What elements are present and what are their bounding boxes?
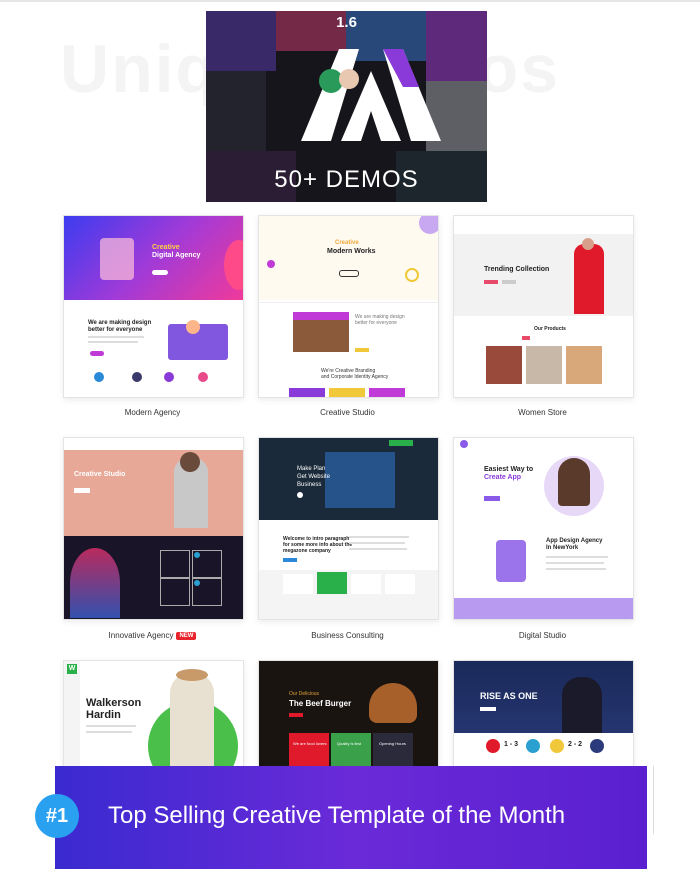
version-label: 1.6 [336, 14, 357, 31]
hero-title: Creative Studio [74, 471, 126, 478]
top-selling-ribbon: Top Selling Creative Template of the Mon… [55, 766, 647, 869]
hero-title: Trending Collection [484, 266, 550, 273]
hero-subtitle: Hardin [86, 709, 121, 721]
section-line-1: Our Products [534, 326, 566, 332]
new-badge: NEW [176, 632, 197, 640]
ribbon-edge-line [653, 766, 654, 834]
demo-caption-business-consulting[interactable]: Business Consulting [258, 631, 437, 640]
brand-logo-mark: W [67, 664, 77, 674]
demo-thumb-women-store[interactable]: Trending Collection Our Products [453, 215, 634, 398]
demo-caption-digital-studio[interactable]: Digital Studio [453, 631, 632, 640]
hero-subtitle: Create App [484, 474, 522, 481]
hero-title: Creative [335, 240, 359, 246]
match-1-score: 1 - 3 [504, 741, 519, 748]
demo-thumb-business-consulting[interactable]: Make Plan Get Website Business Welcome t… [258, 437, 439, 620]
ribbon-title: Top Selling Creative Template of the Mon… [108, 802, 566, 829]
rank-badge: #1 [35, 794, 79, 838]
section-line-2: In NewYork [546, 545, 579, 551]
hero-subtitle: The Beef Burger [289, 699, 352, 708]
hero-subtitle-2: Business [297, 482, 322, 488]
demo-caption-women-store[interactable]: Women Store [453, 408, 632, 417]
match-2-score: 2 - 2 [568, 741, 583, 748]
demo-thumb-personal[interactable]: W Walkerson Hardin [63, 660, 244, 768]
section-line-1: We are making design [88, 320, 152, 326]
demo-caption-innovative-agency[interactable]: Innovative Agency NEW [63, 631, 242, 640]
demos-banner[interactable]: 1.6 50+ DEMOS [206, 11, 487, 202]
m-logo-icon [301, 49, 441, 141]
section-line-2: better for everyone [355, 320, 397, 326]
demo-thumb-sports[interactable]: RISE AS ONE 1 - 3 2 - 2 [453, 660, 634, 768]
hero-title: Easiest Way to [484, 466, 534, 473]
demo-thumb-creative-studio[interactable]: Creative Modern Works We are making desi… [258, 215, 439, 398]
demos-count-label: 50+ DEMOS [274, 166, 419, 193]
tile-3-label: Opening Hours [379, 741, 406, 746]
tile-2-label: Quality is first [337, 741, 362, 746]
section-line-3: megazone company [283, 548, 331, 554]
hero-subtitle: Modern Works [327, 248, 376, 255]
section-line-1: App Design Agency [546, 538, 603, 544]
top-divider [0, 0, 700, 2]
hero-title: Make Plan [297, 466, 326, 472]
hero-title: Our Delicious [289, 691, 320, 697]
hero-title: Creative [152, 244, 180, 251]
demo-caption-modern-agency[interactable]: Modern Agency [63, 408, 242, 417]
demo-thumb-modern-agency[interactable]: Creative Digital Agency We are making de… [63, 215, 244, 398]
demo-thumb-restaurant[interactable]: Our Delicious The Beef Burger We are foo… [258, 660, 439, 768]
section-line-4: and Corporate Identity Agency [321, 374, 389, 380]
demo-thumb-digital-studio[interactable]: Easiest Way to Create App App Design Age… [453, 437, 634, 620]
hero-subtitle: Get Website [297, 474, 330, 480]
hero-title: RISE AS ONE [480, 691, 538, 701]
tile-1-label: We are food lovers [293, 741, 327, 746]
hero-subtitle: Digital Agency [152, 252, 201, 259]
demo-thumb-innovative-agency[interactable]: Creative Studio [63, 437, 244, 620]
hero-title: Walkerson [86, 697, 142, 709]
demo-caption-creative-studio[interactable]: Creative Studio [258, 408, 437, 417]
section-line-2: better for everyone [88, 327, 143, 333]
